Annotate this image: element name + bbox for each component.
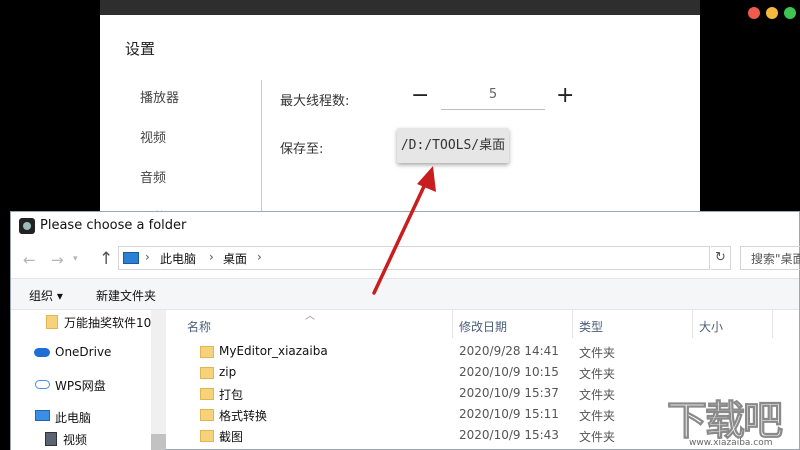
pc-icon bbox=[35, 410, 50, 421]
breadcrumb-desktop[interactable]: 桌面 bbox=[223, 250, 247, 267]
app-icon bbox=[19, 218, 35, 234]
computer-icon bbox=[123, 252, 139, 264]
file-date: 2020/9/28 14:41 bbox=[459, 344, 559, 358]
maximize-window-button[interactable] bbox=[784, 7, 796, 19]
file-date: 2020/10/9 15:43 bbox=[459, 428, 559, 442]
settings-nav-audio[interactable]: 音频 bbox=[140, 167, 166, 186]
settings-divider bbox=[261, 80, 262, 220]
sort-chevron-up-icon: ︿ bbox=[305, 311, 315, 322]
app-top-bar-left bbox=[0, 0, 100, 25]
nav-item-folder[interactable]: 万能抽奖软件10 bbox=[64, 314, 151, 331]
recent-locations-chevron-icon[interactable]: ▾ bbox=[73, 254, 78, 264]
close-window-button[interactable] bbox=[748, 7, 760, 19]
save-to-label: 保存至: bbox=[280, 142, 324, 157]
column-header-name[interactable]: 名称 bbox=[187, 318, 211, 335]
max-threads-input[interactable]: 5 bbox=[441, 85, 545, 110]
file-name: 打包 bbox=[219, 388, 244, 402]
watermark-url: www.xiazaiba.com bbox=[689, 438, 773, 448]
watermark-logo: 下载吧 www.xiazaiba.com bbox=[667, 388, 800, 450]
table-row[interactable]: zip 2020/10/9 10:15 文件夹 bbox=[174, 364, 644, 385]
column-header-size[interactable]: 大小 bbox=[699, 318, 723, 335]
file-type: 文件夹 bbox=[579, 346, 616, 360]
folder-icon bbox=[200, 430, 214, 442]
nav-pane-scrollbar[interactable] bbox=[151, 310, 166, 450]
table-row[interactable]: 截图 2020/10/9 15:43 文件夹 bbox=[174, 427, 644, 448]
settings-panel: 设置 播放器 视频 音频 弹幕 最大线程数: − 5 + 保存至: /D:/TO… bbox=[100, 15, 700, 226]
column-divider[interactable] bbox=[452, 310, 453, 338]
dialog-titlebar: Please choose a folder bbox=[11, 212, 799, 240]
new-folder-button[interactable]: 新建文件夹 bbox=[96, 287, 156, 304]
onedrive-icon bbox=[34, 348, 50, 357]
table-row[interactable]: 格式转换 2020/10/9 15:11 文件夹 bbox=[174, 406, 644, 427]
settings-nav-player[interactable]: 播放器 bbox=[140, 87, 179, 106]
organize-button[interactable]: 组织 ▾ bbox=[29, 287, 63, 304]
decrease-threads-button[interactable]: − bbox=[411, 85, 429, 107]
back-arrow-icon[interactable]: ← bbox=[23, 251, 36, 269]
nav-item-videos[interactable]: 视频 bbox=[63, 431, 87, 448]
file-type: 文件夹 bbox=[579, 430, 616, 444]
file-date: 2020/10/9 15:37 bbox=[459, 386, 559, 400]
max-threads-label: 最大线程数: bbox=[280, 94, 350, 109]
column-header-date[interactable]: 修改日期 bbox=[459, 318, 507, 335]
increase-threads-button[interactable]: + bbox=[556, 85, 574, 107]
file-type: 文件夹 bbox=[579, 367, 616, 381]
folder-icon bbox=[46, 315, 58, 329]
folder-icon bbox=[200, 346, 214, 358]
column-header-type[interactable]: 类型 bbox=[579, 318, 603, 335]
folder-icon bbox=[200, 388, 214, 400]
file-date: 2020/10/9 10:15 bbox=[459, 365, 559, 379]
address-row: ← → ▾ ↑ › 此电脑 › 桌面 › ▾ ↻ 搜索"桌面" bbox=[11, 242, 800, 276]
settings-nav-video[interactable]: 视频 bbox=[140, 127, 166, 146]
minimize-window-button[interactable] bbox=[766, 7, 778, 19]
up-arrow-icon[interactable]: ↑ bbox=[99, 249, 113, 269]
nav-item-onedrive[interactable]: OneDrive bbox=[55, 345, 111, 359]
file-name: MyEditor_xiazaiba bbox=[219, 344, 328, 358]
refresh-icon[interactable]: ↻ bbox=[711, 246, 731, 270]
folder-icon bbox=[200, 409, 214, 421]
settings-title: 设置 bbox=[125, 40, 156, 58]
chevron-right-icon[interactable]: › bbox=[257, 250, 262, 264]
folder-icon bbox=[200, 367, 214, 379]
nav-item-this-pc[interactable]: 此电脑 bbox=[55, 409, 91, 426]
address-bar[interactable]: › 此电脑 › 桌面 › ▾ bbox=[118, 246, 800, 270]
dialog-toolbar: 组织 ▾ 新建文件夹 bbox=[11, 278, 799, 310]
file-name: zip bbox=[219, 365, 237, 379]
breadcrumb-this-pc[interactable]: 此电脑 bbox=[160, 250, 196, 267]
table-row[interactable]: 打包 2020/10/9 15:37 文件夹 bbox=[174, 385, 644, 406]
nav-item-wps[interactable]: WPS网盘 bbox=[55, 377, 106, 394]
file-name: 截图 bbox=[219, 430, 244, 444]
navigation-pane: 万能抽奖软件10 OneDrive WPS网盘 此电脑 视频 bbox=[11, 310, 166, 450]
column-divider[interactable] bbox=[572, 310, 573, 338]
nav-pane-scrollbar-thumb[interactable] bbox=[151, 434, 166, 450]
column-divider[interactable] bbox=[772, 310, 773, 338]
table-row[interactable]: MyEditor_xiazaiba 2020/9/28 14:41 文件夹 bbox=[174, 343, 644, 364]
file-type: 文件夹 bbox=[579, 388, 616, 402]
file-type: 文件夹 bbox=[579, 409, 616, 423]
video-icon bbox=[45, 432, 57, 446]
forward-arrow-icon[interactable]: → bbox=[51, 251, 64, 269]
save-path-button[interactable]: /D:/TOOLS/桌面 bbox=[397, 128, 509, 163]
search-input[interactable]: 搜索"桌面" bbox=[740, 246, 800, 270]
cloud-icon bbox=[35, 380, 50, 389]
file-name: 格式转换 bbox=[219, 409, 268, 423]
column-divider[interactable] bbox=[692, 310, 693, 338]
chevron-right-icon[interactable]: › bbox=[145, 250, 150, 264]
chevron-right-icon[interactable]: › bbox=[209, 250, 214, 264]
dialog-title: Please choose a folder bbox=[40, 218, 187, 233]
file-date: 2020/10/9 15:11 bbox=[459, 407, 559, 421]
